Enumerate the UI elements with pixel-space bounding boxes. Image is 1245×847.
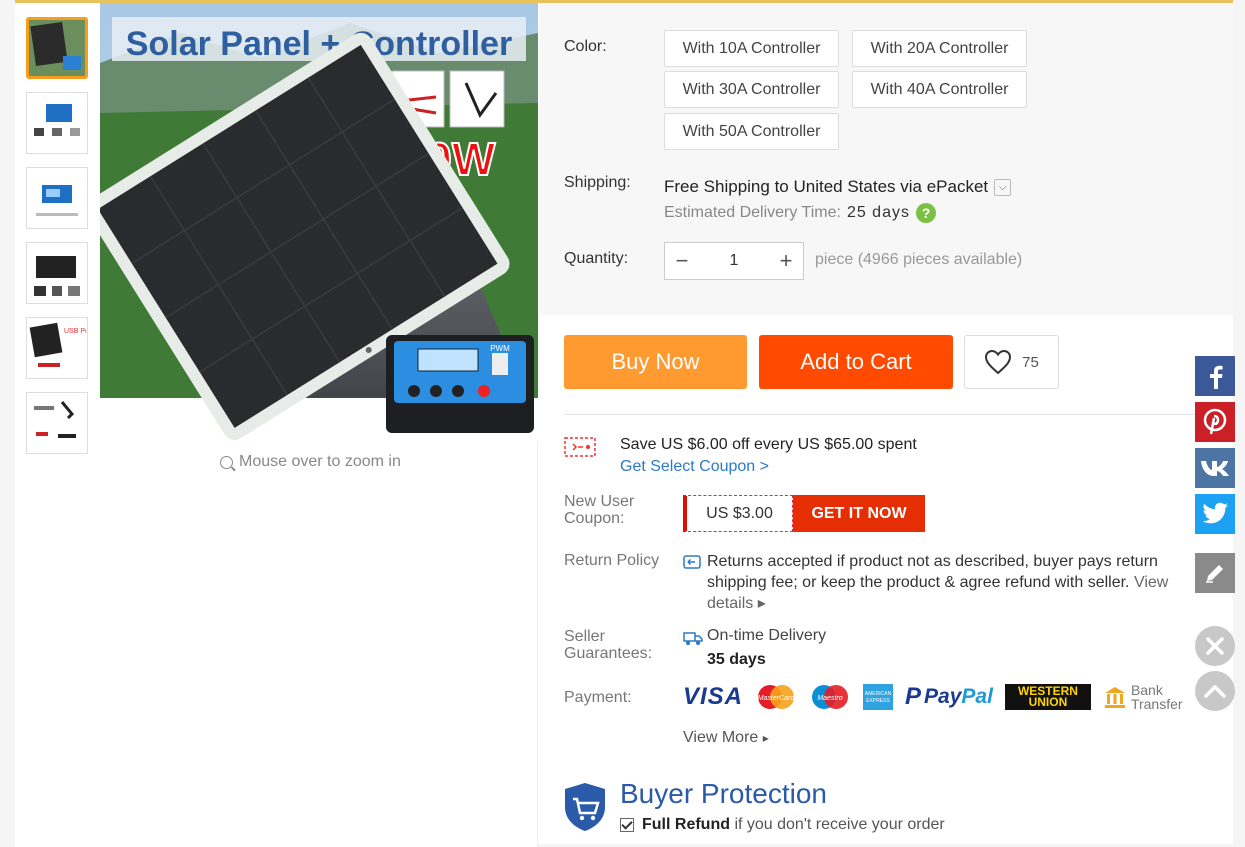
ontime-delivery: On-time Delivery (707, 627, 827, 644)
return-policy-text: Returns accepted if product not as descr… (707, 551, 1182, 614)
delivery-label: Estimated Delivery Time: (664, 204, 841, 221)
product-details: Color: With 10A Controller With 20A Cont… (539, 3, 1233, 847)
color-option-20a[interactable]: With 20A Controller (852, 30, 1027, 67)
quantity-input[interactable] (699, 252, 769, 270)
feedback-button[interactable] (1195, 553, 1235, 593)
wishlist-button[interactable]: 75 (964, 335, 1059, 389)
close-sidebar-button[interactable] (1195, 626, 1235, 666)
full-refund-desc: if you don't receive your order (734, 816, 945, 833)
payment-methods: VISA MasterCard Maestro AMERICAN EXPRESS … (683, 683, 1183, 711)
thumbnail-1[interactable] (26, 17, 88, 79)
paypal-icon: P Pay Pal (905, 683, 993, 710)
visa-icon: VISA (683, 683, 744, 710)
buyer-protection-title: Buyer Protection (620, 778, 827, 809)
coupon-save-text: Save US $6.00 off every US $65.00 spent (620, 436, 917, 453)
svg-text:AMERICAN: AMERICAN (865, 691, 892, 697)
shield-cart-icon (565, 783, 605, 831)
facebook-icon (1210, 365, 1223, 389)
thumbnail-list: USB Port (26, 17, 88, 467)
caret-right-icon: ▸ (762, 731, 769, 745)
facebook-share-button[interactable] (1195, 356, 1235, 396)
view-more-label: View More (683, 729, 759, 746)
zoom-hint: Mouse over to zoom in (220, 453, 401, 471)
ontime-days: 35 days (707, 651, 766, 668)
buy-now-button[interactable]: Buy Now (564, 335, 747, 389)
check-icon (620, 818, 634, 832)
minus-icon[interactable]: − (665, 243, 699, 279)
payment-label: Payment: (564, 689, 632, 706)
controller-label: PWM (490, 344, 510, 353)
color-option-10a[interactable]: With 10A Controller (664, 30, 839, 67)
new-user-coupon-label: New User Coupon: (564, 493, 634, 527)
thumbnail-4[interactable] (26, 242, 88, 304)
seller-guarantees-label: Seller Guarantees: (564, 628, 652, 662)
color-option-40a[interactable]: With 40A Controller (852, 71, 1027, 108)
shipping-text: Free Shipping to United States via ePack… (664, 177, 989, 196)
truck-icon (683, 632, 703, 645)
edit-icon (1206, 565, 1223, 583)
protection-item-full-refund: Full Refund if you don't receive your or… (620, 816, 945, 834)
new-user-label-line1: New User (564, 493, 635, 510)
new-user-coupon-value: US $3.00 (683, 495, 793, 532)
new-user-coupon: US $3.00 GET IT NOW (683, 495, 925, 532)
vk-icon (1201, 461, 1229, 476)
wishlist-count: 75 (1022, 353, 1039, 371)
scroll-top-button[interactable] (1195, 671, 1235, 711)
heart-icon (985, 349, 1012, 375)
seller-label-line1: Seller (564, 628, 605, 645)
amex-icon: AMERICANEXPRESS (863, 684, 894, 710)
thumbnail-3[interactable] (26, 167, 88, 229)
svg-text:USB Port: USB Port (64, 328, 86, 335)
main-product-image[interactable]: Solar Panel + Controller 20W PWM (100, 3, 538, 441)
shipping-label: Shipping: (564, 174, 631, 191)
gallery: USB Port (15, 3, 538, 847)
twitter-icon (1202, 502, 1228, 524)
seller-label-line2: Guarantees: (564, 645, 653, 662)
svg-text:EXPRESS: EXPRESS (866, 698, 890, 704)
quantity-label: Quantity: (564, 250, 629, 267)
color-option-50a[interactable]: With 50A Controller (664, 113, 839, 150)
mastercard-icon: MasterCard (758, 685, 796, 709)
western-union-icon: WESTERN UNION (1004, 684, 1091, 710)
delivery-estimate: Estimated Delivery Time: 25 days ? (664, 203, 936, 223)
caret-right-icon: ▸ (757, 595, 766, 612)
scroll-top-icon (1204, 685, 1226, 698)
pinterest-icon (1203, 408, 1227, 435)
full-refund-label: Full Refund (642, 816, 730, 833)
color-label: Color: (564, 38, 607, 55)
svg-text:Maestro: Maestro (817, 695, 842, 702)
return-policy-label: Return Policy (564, 552, 660, 569)
product-page: USB Port (15, 0, 1233, 847)
magnifier-icon (220, 455, 233, 469)
divider (564, 414, 1224, 415)
get-it-now-button[interactable]: GET IT NOW (793, 495, 925, 532)
vk-share-button[interactable] (1195, 448, 1235, 488)
thumbnail-5[interactable]: USB Port (26, 317, 88, 379)
coupon-icon (564, 437, 596, 457)
bank-transfer-icon: Bank Transfer (1103, 683, 1183, 711)
pinterest-share-button[interactable] (1195, 402, 1235, 442)
close-icon (1206, 637, 1224, 655)
plus-icon[interactable]: + (769, 243, 803, 279)
return-text: Returns accepted if product not as descr… (707, 553, 1158, 591)
chevron-down-icon[interactable]: ⌵ (994, 178, 1012, 196)
twitter-share-button[interactable] (1195, 494, 1235, 534)
add-to-cart-button[interactable]: Add to Cart (759, 335, 953, 389)
quantity-available: piece (4966 pieces available) (815, 251, 1023, 268)
help-icon[interactable]: ? (915, 203, 936, 223)
thumbnail-6[interactable] (26, 392, 88, 454)
shipping-method[interactable]: Free Shipping to United States via ePack… (664, 177, 1012, 197)
svg-text:MasterCard: MasterCard (758, 695, 796, 702)
color-option-30a[interactable]: With 30A Controller (664, 71, 839, 108)
return-icon (683, 555, 701, 569)
zoom-hint-text: Mouse over to zoom in (239, 453, 401, 470)
quantity-stepper: − + (664, 242, 804, 280)
thumbnail-2[interactable] (26, 92, 88, 154)
view-more-link[interactable]: View More ▸ (683, 729, 769, 747)
delivery-days: 25 days (846, 204, 910, 221)
get-coupon-link[interactable]: Get Select Coupon > (620, 458, 769, 476)
maestro-icon: Maestro (812, 685, 849, 709)
new-user-label-line2: Coupon: (564, 510, 625, 527)
